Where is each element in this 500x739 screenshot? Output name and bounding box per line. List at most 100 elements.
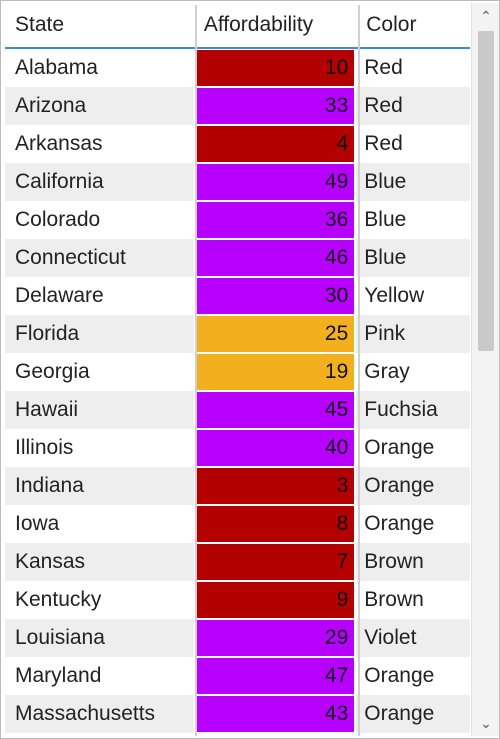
cell-state[interactable]: Kansas bbox=[5, 543, 194, 581]
col-header-affordability[interactable]: Affordability bbox=[194, 3, 356, 48]
column-divider bbox=[358, 5, 360, 736]
affordability-value: 49 bbox=[196, 164, 354, 200]
table-row[interactable]: Hawaii45Fuchsia bbox=[5, 391, 470, 429]
cell-affordability[interactable]: 47 bbox=[194, 657, 356, 695]
cell-state[interactable]: Hawaii bbox=[5, 391, 194, 429]
cell-state[interactable]: Massachusetts bbox=[5, 695, 194, 733]
cell-affordability[interactable]: 30 bbox=[194, 277, 356, 315]
cell-affordability[interactable]: 25 bbox=[194, 315, 356, 353]
cell-color[interactable]: Blue bbox=[356, 201, 470, 239]
cell-affordability[interactable]: 49 bbox=[194, 163, 356, 201]
affordability-value: 19 bbox=[196, 354, 354, 390]
cell-state[interactable]: Louisiana bbox=[5, 619, 194, 657]
table-row[interactable]: Indiana3Orange bbox=[5, 467, 470, 505]
cell-affordability[interactable]: 45 bbox=[194, 391, 356, 429]
cell-state[interactable]: Indiana bbox=[5, 467, 194, 505]
cell-affordability[interactable]: 33 bbox=[194, 87, 356, 125]
cell-color[interactable]: Red bbox=[356, 87, 470, 125]
affordability-value: 30 bbox=[196, 278, 354, 314]
col-header-color[interactable]: Color bbox=[356, 3, 470, 48]
affordability-value: 45 bbox=[196, 392, 354, 428]
cell-color[interactable]: Orange bbox=[356, 657, 470, 695]
cell-affordability[interactable]: 43 bbox=[194, 695, 356, 733]
table-row[interactable]: Alabama10Red bbox=[5, 48, 470, 87]
cell-affordability[interactable]: 4 bbox=[194, 125, 356, 163]
cell-state[interactable]: Colorado bbox=[5, 201, 194, 239]
cell-state[interactable]: Iowa bbox=[5, 505, 194, 543]
table-row[interactable]: Kentucky9Brown bbox=[5, 581, 470, 619]
cell-color[interactable]: Orange bbox=[356, 505, 470, 543]
cell-state[interactable]: Georgia bbox=[5, 353, 194, 391]
cell-affordability[interactable]: 10 bbox=[194, 48, 356, 87]
affordability-value: 33 bbox=[196, 88, 354, 124]
cell-affordability[interactable]: 7 bbox=[194, 543, 356, 581]
cell-state[interactable]: Illinois bbox=[5, 429, 194, 467]
cell-affordability[interactable]: 29 bbox=[194, 619, 356, 657]
affordability-value: 47 bbox=[196, 658, 354, 694]
cell-state[interactable]: Florida bbox=[5, 315, 194, 353]
cell-state[interactable]: Delaware bbox=[5, 277, 194, 315]
cell-color[interactable]: Blue bbox=[356, 239, 470, 277]
table-row[interactable]: Colorado36Blue bbox=[5, 201, 470, 239]
cell-color[interactable]: Brown bbox=[356, 543, 470, 581]
table-row[interactable]: Florida25Pink bbox=[5, 315, 470, 353]
cell-state[interactable]: Arkansas bbox=[5, 125, 194, 163]
table-row[interactable]: Arkansas4Red bbox=[5, 125, 470, 163]
cell-color[interactable]: Brown bbox=[356, 581, 470, 619]
cell-affordability[interactable]: 3 bbox=[194, 467, 356, 505]
table-row[interactable]: Georgia19Gray bbox=[5, 353, 470, 391]
cell-state[interactable]: Kentucky bbox=[5, 581, 194, 619]
cell-affordability[interactable]: 46 bbox=[194, 239, 356, 277]
affordability-value: 29 bbox=[196, 620, 354, 656]
cell-affordability[interactable]: 36 bbox=[194, 201, 356, 239]
scroll-up-button[interactable]: ⌃ bbox=[472, 3, 500, 29]
cell-state[interactable]: Connecticut bbox=[5, 239, 194, 277]
affordability-value: 4 bbox=[196, 126, 354, 162]
scroll-down-button[interactable]: ⌄ bbox=[472, 710, 500, 736]
cell-color[interactable]: Orange bbox=[356, 467, 470, 505]
table-row[interactable]: Maryland47Orange bbox=[5, 657, 470, 695]
cell-affordability[interactable]: 9 bbox=[194, 581, 356, 619]
table-row[interactable]: Illinois40Orange bbox=[5, 429, 470, 467]
cell-affordability[interactable]: 8 bbox=[194, 505, 356, 543]
affordability-value: 43 bbox=[196, 696, 354, 732]
column-divider bbox=[195, 5, 197, 736]
chevron-down-icon: ⌄ bbox=[480, 715, 492, 732]
table-row[interactable]: Massachusetts43Orange bbox=[5, 695, 470, 733]
cell-color[interactable]: Fuchsia bbox=[356, 391, 470, 429]
scroll-thumb[interactable] bbox=[478, 31, 494, 351]
table-row[interactable]: Louisiana29Violet bbox=[5, 619, 470, 657]
col-header-state[interactable]: State bbox=[5, 3, 194, 48]
cell-color[interactable]: Red bbox=[356, 48, 470, 87]
table-row[interactable]: Iowa8Orange bbox=[5, 505, 470, 543]
cell-color[interactable]: Yellow bbox=[356, 277, 470, 315]
cell-color[interactable]: Pink bbox=[356, 315, 470, 353]
table-row[interactable]: Arizona33Red bbox=[5, 87, 470, 125]
affordability-value: 40 bbox=[196, 430, 354, 466]
cell-state[interactable]: Maryland bbox=[5, 657, 194, 695]
cell-color[interactable]: Orange bbox=[356, 695, 470, 733]
table-row[interactable]: Delaware30Yellow bbox=[5, 277, 470, 315]
chevron-up-icon: ⌃ bbox=[480, 8, 492, 25]
cell-state[interactable]: Arizona bbox=[5, 87, 194, 125]
table-row[interactable]: California49Blue bbox=[5, 163, 470, 201]
cell-color[interactable]: Red bbox=[356, 125, 470, 163]
vertical-scrollbar[interactable]: ⌃ ⌄ bbox=[471, 3, 499, 736]
cell-affordability[interactable]: 40 bbox=[194, 429, 356, 467]
cell-affordability[interactable]: 19 bbox=[194, 353, 356, 391]
cell-state[interactable]: California bbox=[5, 163, 194, 201]
cell-color[interactable]: Blue bbox=[356, 163, 470, 201]
cell-color[interactable]: Orange bbox=[356, 429, 470, 467]
affordability-value: 9 bbox=[196, 582, 354, 618]
header-row: State Affordability Color bbox=[5, 3, 470, 48]
affordability-value: 25 bbox=[196, 316, 354, 352]
data-table: State Affordability Color Alabama10RedAr… bbox=[5, 3, 470, 733]
table-window: State Affordability Color Alabama10RedAr… bbox=[0, 0, 500, 739]
cell-state[interactable]: Alabama bbox=[5, 48, 194, 87]
cell-color[interactable]: Gray bbox=[356, 353, 470, 391]
affordability-value: 10 bbox=[196, 50, 354, 86]
cell-color[interactable]: Violet bbox=[356, 619, 470, 657]
table-row[interactable]: Connecticut46Blue bbox=[5, 239, 470, 277]
table-row[interactable]: Kansas7Brown bbox=[5, 543, 470, 581]
affordability-value: 8 bbox=[196, 506, 354, 542]
